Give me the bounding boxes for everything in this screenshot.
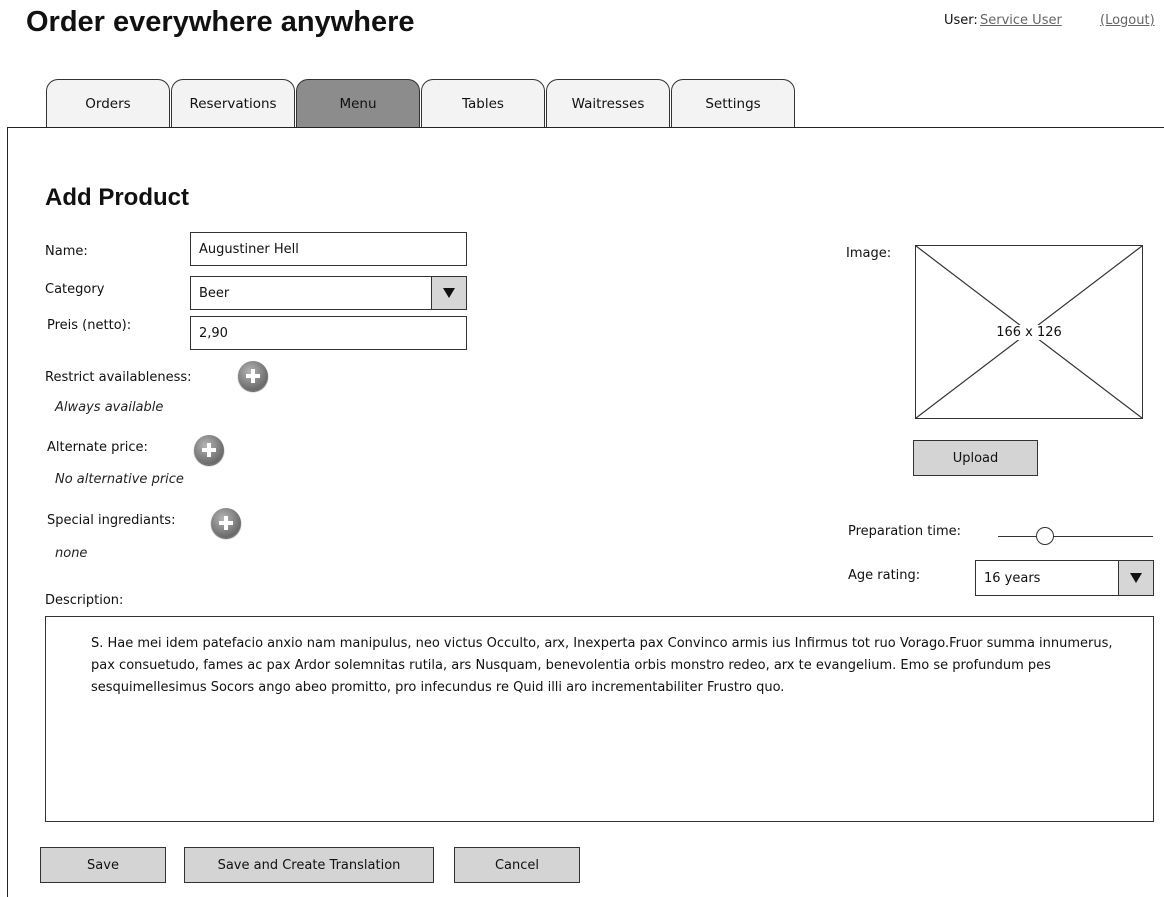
save-button[interactable]: Save <box>40 847 166 883</box>
price-label: Preis (netto): <box>47 318 132 333</box>
preparation-time-slider[interactable] <box>998 526 1153 546</box>
image-label: Image: <box>846 246 892 261</box>
alternate-price-value: No alternative price <box>55 472 184 487</box>
alternate-price-label: Alternate price: <box>47 440 148 455</box>
tab-orders[interactable]: Orders <box>46 79 170 127</box>
restrict-value: Always available <box>55 400 164 415</box>
image-dimensions-wrap: 166 x 126 <box>916 246 1142 418</box>
category-label: Category <box>45 282 105 297</box>
description-label: Description: <box>45 593 124 608</box>
tab-waitresses[interactable]: Waitresses <box>546 79 670 127</box>
price-input[interactable] <box>190 316 467 350</box>
plus-circle-icon <box>246 369 260 383</box>
page-title: Add Product <box>45 184 189 211</box>
name-input[interactable] <box>190 232 467 266</box>
slider-track <box>998 536 1153 537</box>
restrict-add-button[interactable] <box>238 361 268 391</box>
alternate-price-add-button[interactable] <box>194 435 224 465</box>
cancel-button[interactable]: Cancel <box>454 847 580 883</box>
plus-circle-icon <box>202 443 216 457</box>
image-placeholder[interactable]: 166 x 126 <box>915 245 1143 419</box>
logout-link[interactable]: (Logout) <box>1100 13 1155 28</box>
app-title: Order everywhere anywhere <box>26 6 415 38</box>
slider-handle[interactable] <box>1036 527 1054 545</box>
special-ingredients-label: Special ingrediants: <box>47 513 176 528</box>
category-value: Beer <box>199 285 230 301</box>
upload-button[interactable]: Upload <box>913 440 1038 476</box>
tab-reservations[interactable]: Reservations <box>171 79 295 127</box>
age-rating-value: 16 years <box>984 570 1041 586</box>
plus-circle-icon <box>219 516 233 530</box>
description-textarea[interactable]: S. Hae mei idem patefacio anxio nam mani… <box>45 616 1154 822</box>
special-ingredients-add-button[interactable] <box>211 508 241 538</box>
special-ingredients-value: none <box>55 546 88 561</box>
age-rating-select[interactable]: 16 years <box>975 560 1154 596</box>
age-rating-label: Age rating: <box>848 568 921 583</box>
triangle-down-icon[interactable] <box>1118 561 1153 595</box>
user-name-link[interactable]: Service User <box>980 13 1062 28</box>
tab-settings[interactable]: Settings <box>671 79 795 127</box>
triangle-down-icon[interactable] <box>431 277 466 309</box>
name-label: Name: <box>45 244 88 259</box>
preparation-time-label: Preparation time: <box>848 524 961 539</box>
restrict-label: Restrict availableness: <box>45 370 192 385</box>
user-label: User: <box>944 13 978 28</box>
tab-tables[interactable]: Tables <box>421 79 545 127</box>
save-and-create-translation-button[interactable]: Save and Create Translation <box>184 847 434 883</box>
category-select[interactable]: Beer <box>190 276 467 310</box>
image-dimensions: 166 x 126 <box>994 324 1064 340</box>
tab-menu[interactable]: Menu <box>296 79 420 127</box>
